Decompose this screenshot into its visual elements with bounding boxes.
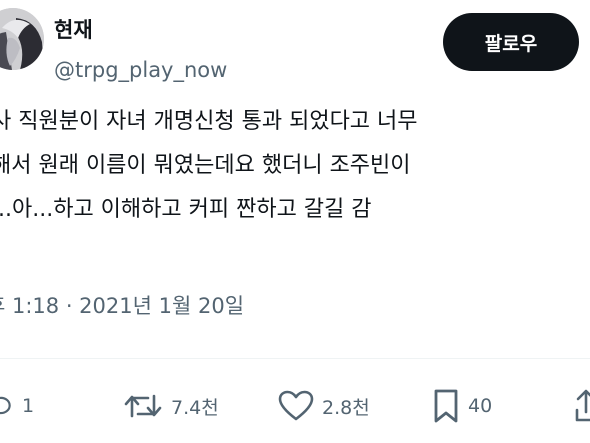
- tweet-timestamp[interactable]: 후 1:18 · 2021년 1월 20일: [0, 290, 244, 320]
- avatar[interactable]: [0, 8, 44, 70]
- like-count: 2.8천: [322, 396, 370, 419]
- like-button[interactable]: 2.8천: [278, 386, 370, 426]
- divider: [0, 358, 590, 359]
- retweet-icon: [123, 391, 163, 421]
- tweet-line: 해서 원래 이름이 뭐였는데요 했더니 조주빈이: [0, 153, 411, 178]
- share-button[interactable]: [574, 386, 590, 426]
- user-handle[interactable]: @trpg_play_now: [54, 58, 227, 82]
- display-name[interactable]: 현재: [54, 14, 93, 44]
- bookmark-button[interactable]: 40: [432, 386, 492, 426]
- tweet-text: 사 직원분이 자녀 개명신청 통과 되었다고 너무 해서 원래 이름이 뭐였는데…: [0, 100, 418, 232]
- tweet-line: ...아...하고 이해하고 커피 짠하고 갈길 감: [0, 197, 372, 222]
- share-icon: [574, 388, 590, 424]
- retweet-button[interactable]: 7.4천: [123, 386, 219, 426]
- bookmark-icon: [432, 388, 460, 424]
- tweet-line: 사 직원분이 자녀 개명신청 통과 되었다고 너무: [0, 109, 418, 134]
- retweet-count: 7.4천: [171, 396, 219, 419]
- heart-icon: [278, 390, 314, 422]
- reply-button[interactable]: 1: [0, 386, 34, 426]
- follow-button[interactable]: 팔로우: [443, 13, 579, 71]
- reply-icon: [0, 393, 14, 419]
- reply-count: 1: [22, 395, 35, 417]
- bookmark-count: 40: [468, 395, 493, 417]
